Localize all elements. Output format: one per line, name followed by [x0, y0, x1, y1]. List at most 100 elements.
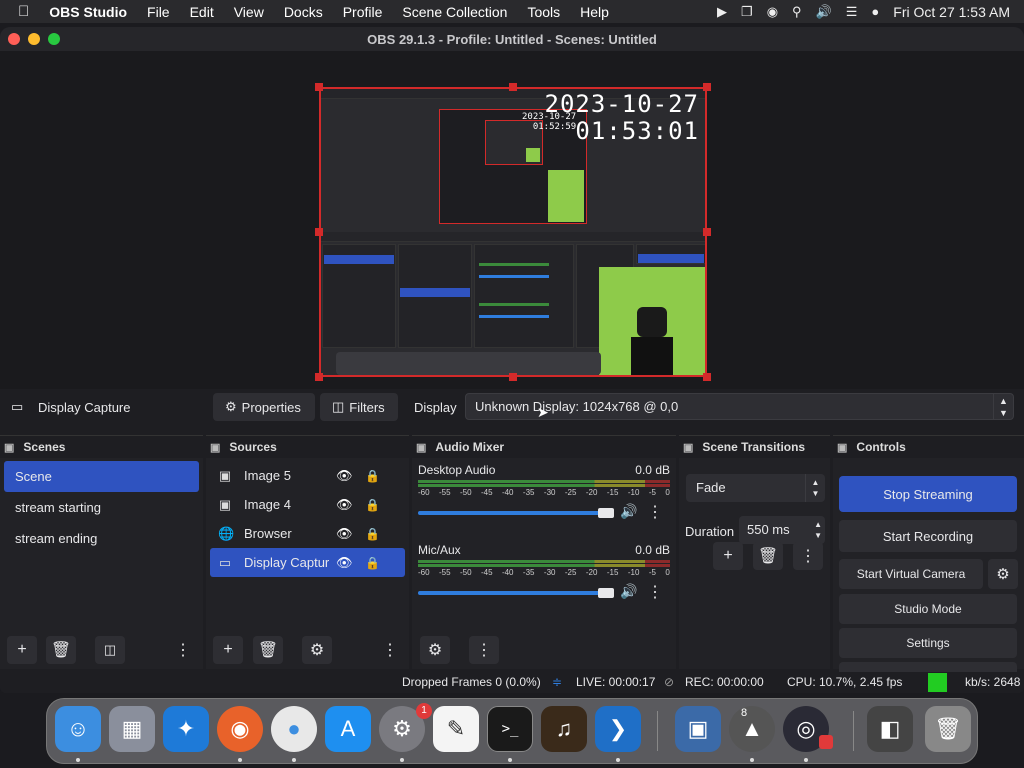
scene-item-stream-starting[interactable]: stream starting [4, 492, 199, 523]
remove-transition-button[interactable]: 🗑 [753, 542, 783, 570]
stop-streaming-button[interactable]: Stop Streaming [839, 476, 1017, 512]
chrome-icon[interactable]: ● [271, 706, 317, 752]
minimize-window-button[interactable] [28, 33, 40, 45]
remove-source-button[interactable]: 🗑 [253, 636, 283, 664]
apple-menu-icon[interactable]:  [18, 3, 29, 20]
virtual-camera-settings-button[interactable]: ⚙ [988, 559, 1018, 589]
menu-tools[interactable]: Tools [527, 4, 560, 20]
window-status-icon[interactable]: ❐ [741, 4, 753, 20]
duration-spinbox[interactable]: 550 ms ▲ ▼ [739, 516, 825, 544]
source-properties-button[interactable]: ⚙ [302, 636, 332, 664]
studio-mode-button[interactable]: Studio Mode [839, 594, 1017, 624]
terminal-icon[interactable]: >_ [487, 706, 533, 752]
window-titlebar: OBS 29.1.3 - Profile: Untitled - Scenes:… [0, 27, 1024, 51]
bitrate-status: kb/s: 2648 [965, 675, 1021, 689]
visibility-eye-icon[interactable]: 👁 [336, 526, 353, 542]
resize-handle-t[interactable] [509, 83, 517, 91]
volume-icon[interactable]: 🔊 [816, 4, 832, 20]
add-scene-button[interactable]: + [7, 636, 37, 664]
volume-slider[interactable] [418, 591, 608, 595]
menu-help[interactable]: Help [580, 4, 609, 20]
lock-icon[interactable]: 🔒 [365, 556, 380, 570]
lock-icon[interactable]: 🔒 [365, 498, 380, 512]
volume-slider[interactable] [418, 511, 608, 515]
speaker-icon[interactable]: 🔊 [620, 583, 637, 600]
visibility-eye-icon[interactable]: 👁 [336, 555, 353, 571]
zoom-window-button[interactable] [48, 33, 60, 45]
resize-handle-tl[interactable] [315, 83, 323, 91]
start-virtual-camera-button[interactable]: Start Virtual Camera [839, 559, 983, 589]
airdrop-icon[interactable]: ◉ [767, 4, 778, 20]
racing-app-icon[interactable]: ▲ [729, 706, 775, 752]
sources-more-button[interactable]: ⋮ [375, 636, 405, 664]
lock-icon[interactable]: 🔒 [365, 527, 380, 541]
menu-app-name[interactable]: OBS Studio [49, 4, 127, 20]
resize-handle-l[interactable] [315, 228, 323, 236]
more-vertical-icon: ⋮ [476, 642, 492, 659]
source-item-browser[interactable]: 🌐 Browser 👁 🔒 [210, 519, 405, 548]
finder-icon[interactable]: ☺ [55, 706, 101, 752]
settings-button[interactable]: Settings [839, 628, 1017, 658]
scene-item-scene[interactable]: Scene [4, 461, 199, 492]
resize-handle-tr[interactable] [703, 83, 711, 91]
menu-docks[interactable]: Docks [284, 4, 323, 20]
menu-profile[interactable]: Profile [343, 4, 383, 20]
menu-scene-collection[interactable]: Scene Collection [402, 4, 507, 20]
menu-file[interactable]: File [147, 4, 170, 20]
more-vertical-icon: ⋮ [382, 642, 398, 659]
dock-icon: ▣ [683, 441, 694, 454]
remove-scene-button[interactable]: 🗑 [46, 636, 76, 664]
volume-slider-handle[interactable] [598, 508, 614, 518]
safari-icon[interactable]: ✦ [163, 706, 209, 752]
lock-icon[interactable]: 🔒 [365, 469, 380, 483]
close-window-button[interactable] [8, 33, 20, 45]
add-source-button[interactable]: + [213, 636, 243, 664]
vscode-icon[interactable]: ❯ [595, 706, 641, 752]
add-transition-button[interactable]: + [713, 542, 743, 570]
menu-view[interactable]: View [234, 4, 264, 20]
resize-handle-bl[interactable] [315, 373, 323, 381]
filters-button[interactable]: ◫ Filters [320, 393, 398, 421]
garageband-icon[interactable]: ♫ [541, 706, 587, 752]
siri-icon[interactable]: ● [871, 4, 879, 19]
mixer-more-button[interactable]: ⋮ [469, 636, 499, 664]
menu-edit[interactable]: Edit [190, 4, 214, 20]
preview-canvas[interactable]: 2023-10-27 01:52:59 2023-10-27 01:53:01 [319, 87, 707, 377]
visibility-eye-icon[interactable]: 👁 [336, 468, 353, 484]
more-vertical-icon[interactable]: ⋮ [647, 502, 663, 522]
spotlight-search-icon[interactable]: ⚲ [792, 4, 802, 20]
properties-button[interactable]: ⚙ Properties [213, 393, 315, 421]
transition-select[interactable]: Fade ▲ ▼ [686, 474, 825, 502]
control-center-icon[interactable]: ☰ [846, 4, 858, 20]
resize-handle-br[interactable] [703, 373, 711, 381]
source-item-display-capture[interactable]: ▭ Display Captur 👁 🔒 [210, 548, 405, 577]
trash-icon[interactable]: 🗑 [925, 706, 971, 752]
filters-icon: ◫ [103, 642, 117, 657]
speaker-icon[interactable]: 🔊 [620, 503, 637, 520]
scene-item-stream-ending[interactable]: stream ending [4, 523, 199, 554]
dropped-frames-status: Dropped Frames 0 (0.0%) [402, 675, 541, 689]
menubar-clock[interactable]: Fri Oct 27 1:53 AM [893, 4, 1010, 20]
downloads-folder-icon[interactable]: ◧ [867, 706, 913, 752]
transition-more-button[interactable]: ⋮ [793, 542, 823, 570]
app-store-icon[interactable]: A [325, 706, 371, 752]
visibility-eye-icon[interactable]: 👁 [336, 497, 353, 513]
source-item-image-4[interactable]: ▣ Image 4 👁 🔒 [210, 490, 405, 519]
virtualbox-icon[interactable]: ▣ [675, 706, 721, 752]
firefox-icon[interactable]: ◉ [217, 706, 263, 752]
source-item-image-5[interactable]: ▣ Image 5 👁 🔒 [210, 461, 405, 490]
volume-slider-handle[interactable] [598, 588, 614, 598]
launchpad-icon[interactable]: ▦ [109, 706, 155, 752]
dock-icon: ▣ [837, 441, 848, 454]
scenes-dock: ▣ Scenes Scene stream starting stream en… [0, 435, 203, 669]
sources-title: Sources [229, 440, 277, 454]
textedit-icon[interactable]: ✎ [433, 706, 479, 752]
advanced-audio-button[interactable]: ⚙ [420, 636, 450, 664]
scene-filters-button[interactable]: ◫ [95, 636, 125, 664]
start-recording-button[interactable]: Start Recording [839, 520, 1017, 552]
more-vertical-icon[interactable]: ⋮ [647, 582, 663, 602]
resize-handle-r[interactable] [703, 228, 711, 236]
play-status-icon[interactable]: ▶ [717, 4, 727, 20]
resize-handle-b[interactable] [509, 373, 517, 381]
scenes-more-button[interactable]: ⋮ [168, 636, 198, 664]
